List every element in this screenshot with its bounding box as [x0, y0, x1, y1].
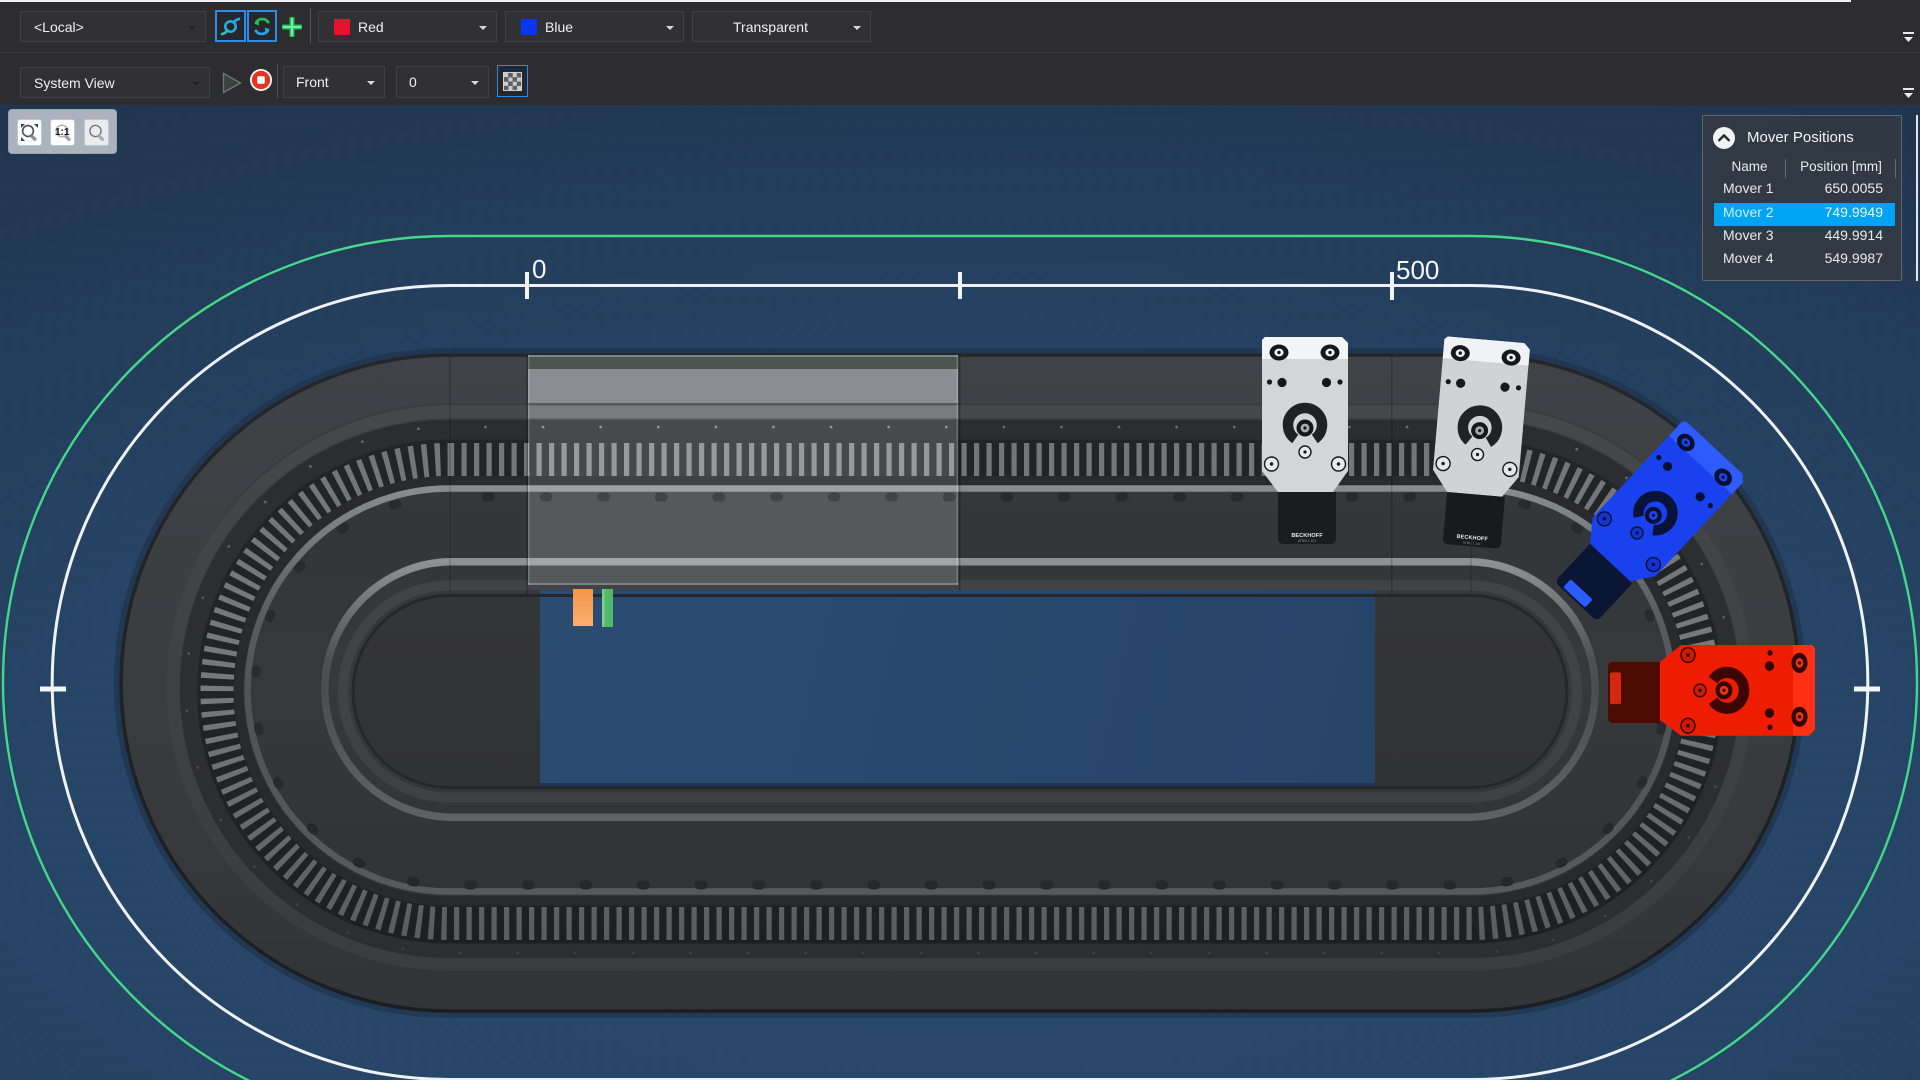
svg-text:1:1: 1:1 [55, 127, 70, 138]
svg-text:500: 500 [1396, 255, 1439, 285]
svg-text:0: 0 [532, 254, 546, 284]
